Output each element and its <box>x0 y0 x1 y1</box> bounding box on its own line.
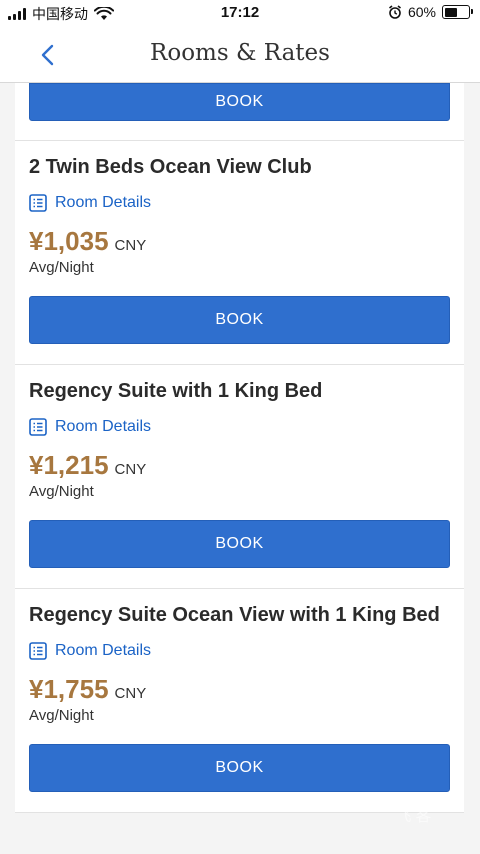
room-card: BOOK <box>15 83 464 141</box>
list-icon <box>29 194 47 212</box>
room-card: Regency Suite with 1 King Bed Room Detai… <box>15 365 464 589</box>
room-name: 2 Twin Beds Ocean View Club <box>29 156 312 178</box>
room-details-label: Room Details <box>55 642 152 659</box>
book-button[interactable]: BOOK <box>29 520 450 568</box>
per-night-label: Avg/Night <box>29 259 94 276</box>
page-title: Rooms & Rates <box>150 40 330 66</box>
room-details-link[interactable]: Room Details <box>29 418 450 436</box>
price-row: ¥1,755 CNY <box>29 674 450 705</box>
status-right: 60% <box>388 4 473 20</box>
price-row: ¥1,215 CNY <box>29 450 450 481</box>
alarm-icon <box>388 5 401 19</box>
price-value: ¥1,035 <box>29 226 109 256</box>
room-details-label: Room Details <box>55 194 152 211</box>
watermark: FLYERT 飞客 <box>379 790 452 826</box>
room-list: BOOK 2 Twin Beds Ocean View Club Room De… <box>15 83 464 813</box>
room-details-link[interactable]: Room Details <box>29 642 450 660</box>
watermark-subtext: 飞客 <box>395 808 436 825</box>
list-icon <box>29 418 47 436</box>
per-night-label: Avg/Night <box>29 707 94 724</box>
room-details-label: Room Details <box>55 418 152 435</box>
price-value: ¥1,215 <box>29 450 109 480</box>
watermark-text: FLYERT <box>378 789 452 809</box>
battery-percent: 60% <box>407 4 436 20</box>
price-value: ¥1,755 <box>29 674 109 704</box>
list-icon <box>29 642 47 660</box>
currency-label: CNY <box>114 685 147 702</box>
book-button[interactable]: BOOK <box>29 83 450 121</box>
battery-icon <box>442 5 473 19</box>
room-name: Regency Suite with 1 King Bed <box>29 380 323 402</box>
currency-label: CNY <box>114 237 147 254</box>
book-button[interactable]: BOOK <box>29 744 450 792</box>
per-night-label: Avg/Night <box>29 483 94 500</box>
room-card: Regency Suite Ocean View with 1 King Bed… <box>15 589 464 813</box>
room-details-link[interactable]: Room Details <box>29 194 450 212</box>
room-card: 2 Twin Beds Ocean View Club Room Details… <box>15 141 464 365</box>
price-row: ¥1,035 CNY <box>29 226 450 257</box>
nav-bar: Rooms & Rates <box>0 28 480 83</box>
book-button[interactable]: BOOK <box>29 296 450 344</box>
status-bar: 中国移动 17:12 60% <box>0 0 480 28</box>
room-name: Regency Suite Ocean View with 1 King Bed <box>29 604 440 626</box>
currency-label: CNY <box>114 461 147 478</box>
